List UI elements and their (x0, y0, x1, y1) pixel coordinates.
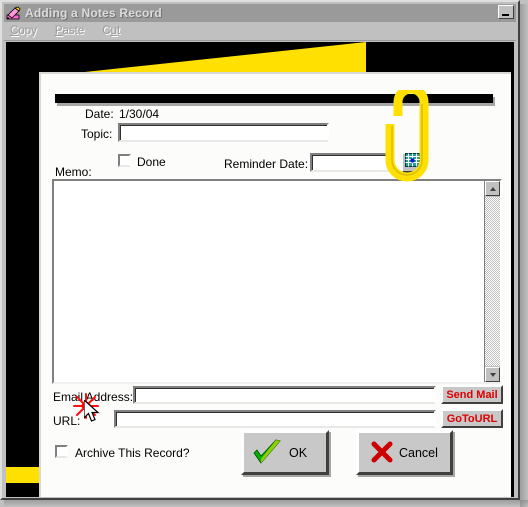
memo-textarea[interactable] (54, 181, 484, 382)
scroll-up-button[interactable] (485, 181, 500, 196)
archive-checkbox[interactable] (55, 445, 68, 458)
goto-url-button[interactable]: GoToURL (441, 409, 503, 428)
memo-textarea-wrap[interactable] (52, 179, 502, 384)
pencil-note-icon (6, 6, 22, 21)
archive-label: Archive This Record? (75, 446, 190, 460)
email-address-label: Email Address: (53, 390, 134, 404)
scroll-down-button[interactable] (485, 367, 500, 382)
email-field-wrap[interactable] (133, 386, 436, 404)
red-x-icon (365, 438, 399, 468)
menu-item-cut[interactable]: Cut (102, 25, 120, 37)
application-window: Adding a Notes Record Copy Paste Cut Dat… (0, 0, 520, 500)
minimize-icon (502, 14, 509, 16)
paperclip-icon (378, 84, 436, 186)
topic-label: Topic: (81, 127, 113, 141)
memo-label: Memo: (55, 165, 92, 179)
scrollbar-track[interactable] (485, 197, 500, 366)
window-shadow-bottom (4, 500, 528, 507)
send-mail-button[interactable]: Send Mail (441, 385, 503, 404)
date-label: Date: (85, 107, 114, 121)
topic-input[interactable] (120, 126, 327, 142)
memo-scrollbar[interactable] (484, 181, 500, 382)
url-input[interactable] (116, 414, 434, 428)
decorative-triangle-top (66, 42, 366, 74)
email-input[interactable] (135, 390, 434, 404)
green-check-icon (250, 438, 284, 468)
minimize-button[interactable] (498, 5, 514, 19)
app-screenshot: Adding a Notes Record Copy Paste Cut Dat… (0, 0, 528, 507)
client-area: Date: 1/30/04 Topic: Done Memo: Reminder… (6, 42, 514, 497)
menu-item-paste[interactable]: Paste (55, 25, 84, 37)
menu-bar: Copy Paste Cut (4, 22, 516, 41)
window-title: Adding a Notes Record (25, 6, 162, 20)
title-bar-buttons (498, 5, 514, 19)
done-checkbox[interactable] (118, 154, 131, 167)
cancel-button[interactable]: Cancel (356, 430, 453, 475)
date-value: 1/30/04 (119, 107, 160, 121)
reminder-date-label: Reminder Date: (224, 157, 309, 171)
url-field-wrap[interactable] (114, 410, 436, 428)
done-label: Done (137, 155, 166, 169)
chevron-down-icon (489, 372, 496, 377)
topic-field-wrap[interactable] (118, 123, 329, 142)
chevron-up-icon (489, 186, 496, 191)
url-label: URL: (53, 414, 81, 428)
ok-button-label: OK (288, 445, 308, 460)
menu-item-copy[interactable]: Copy (10, 25, 37, 37)
notes-record-form: Date: 1/30/04 Topic: Done Memo: Reminder… (39, 72, 511, 497)
cancel-button-label: Cancel (399, 445, 438, 460)
window-shadow-right (520, 4, 528, 507)
title-bar[interactable]: Adding a Notes Record (4, 4, 516, 22)
ok-button[interactable]: OK (241, 430, 329, 475)
